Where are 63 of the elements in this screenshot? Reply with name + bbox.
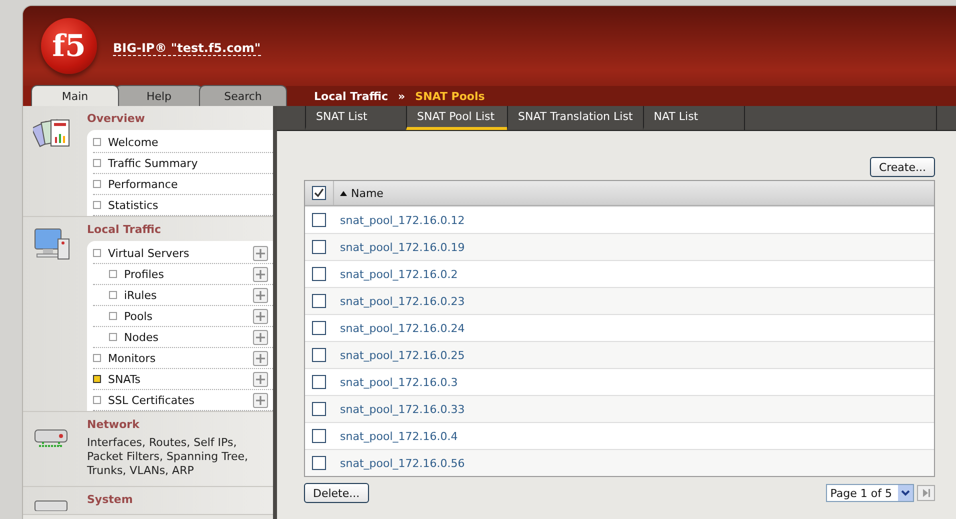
menu-item[interactable]: Statistics bbox=[93, 195, 273, 216]
section-title[interactable]: Local Traffic bbox=[87, 223, 273, 236]
nav-tab[interactable]: Search bbox=[199, 85, 287, 106]
device-name[interactable]: BIG-IP® "test.f5.com" bbox=[113, 40, 261, 56]
menu-item[interactable]: SNATs bbox=[93, 369, 273, 390]
select-all-checkbox[interactable] bbox=[312, 186, 326, 200]
menu-item[interactable]: Performance bbox=[93, 174, 273, 195]
menu-item[interactable]: Traffic Summary bbox=[93, 153, 273, 174]
add-button[interactable] bbox=[253, 288, 268, 302]
delete-button[interactable]: Delete... bbox=[304, 483, 369, 503]
next-page-icon bbox=[922, 489, 930, 497]
pool-link[interactable]: snat_pool_172.16.0.2 bbox=[333, 268, 458, 280]
sub-tab[interactable]: SNAT Translation List bbox=[507, 106, 643, 130]
breadcrumb-page: SNAT Pools bbox=[415, 90, 485, 102]
add-button[interactable] bbox=[253, 266, 268, 282]
menu-item[interactable]: iRules bbox=[93, 285, 273, 306]
breadcrumb-separator: » bbox=[398, 90, 406, 102]
section-description: Interfaces, Routes, Self IPs, Packet Filters, Spanning Tree, Trunks, VLANs, ARP bbox=[87, 436, 250, 479]
menu-item[interactable]: Pools bbox=[93, 306, 273, 327]
logo: f5 bbox=[41, 18, 97, 74]
add-button[interactable] bbox=[253, 330, 268, 344]
row-checkbox[interactable] bbox=[312, 375, 326, 389]
row-checkbox[interactable] bbox=[312, 213, 326, 227]
add-button[interactable] bbox=[253, 372, 268, 386]
section-title[interactable]: Overview bbox=[87, 112, 273, 125]
row-checkbox[interactable] bbox=[312, 321, 326, 335]
column-label: Name bbox=[351, 186, 384, 200]
pool-link[interactable]: snat_pool_172.16.0.12 bbox=[333, 214, 465, 226]
nav-tab[interactable]: Main bbox=[31, 85, 119, 106]
add-button[interactable] bbox=[253, 246, 268, 260]
section-title[interactable]: Network bbox=[87, 418, 273, 431]
nav-tab[interactable]: Help bbox=[115, 85, 203, 106]
pool-link[interactable]: snat_pool_172.16.0.23 bbox=[333, 294, 465, 308]
menu-item[interactable]: Monitors bbox=[93, 348, 273, 369]
breadcrumb-section[interactable]: Local Traffic bbox=[314, 90, 388, 102]
create-button[interactable]: Create... bbox=[870, 157, 935, 177]
pool-link[interactable]: snat_pool_172.16.0.4 bbox=[333, 430, 458, 442]
row-checkbox[interactable] bbox=[312, 240, 326, 254]
row-checkbox[interactable] bbox=[312, 267, 326, 281]
sub-tab[interactable]: NAT List bbox=[642, 106, 744, 130]
column-header[interactable]: Name bbox=[334, 181, 384, 205]
row-checkbox[interactable] bbox=[312, 402, 326, 416]
sub-tab[interactable]: SNAT Pool List bbox=[406, 106, 507, 130]
add-button[interactable] bbox=[253, 392, 268, 408]
pool-link[interactable]: snat_pool_172.16.0.56 bbox=[333, 456, 465, 470]
menu-item[interactable]: SSL Certificates bbox=[93, 390, 273, 411]
row-checkbox[interactable] bbox=[312, 429, 326, 443]
pool-link[interactable]: snat_pool_172.16.0.33 bbox=[333, 402, 465, 416]
pool-link[interactable]: snat_pool_172.16.0.24 bbox=[333, 322, 465, 334]
menu-item[interactable]: Nodes bbox=[93, 327, 273, 348]
row-checkbox[interactable] bbox=[312, 348, 326, 362]
menu-item[interactable]: Virtual Servers bbox=[93, 243, 273, 264]
menu-item[interactable]: Welcome bbox=[93, 132, 273, 153]
add-button[interactable] bbox=[253, 308, 268, 324]
page-select[interactable]: Page 1 of 5 bbox=[826, 484, 914, 502]
row-checkbox[interactable] bbox=[312, 456, 326, 470]
menu-item[interactable]: Profiles bbox=[93, 264, 273, 285]
pool-link[interactable]: snat_pool_172.16.0.3 bbox=[333, 376, 458, 388]
pool-link[interactable]: snat_pool_172.16.0.19 bbox=[333, 240, 465, 254]
dropdown-caret-icon[interactable] bbox=[898, 485, 913, 501]
pool-link[interactable]: snat_pool_172.16.0.25 bbox=[333, 348, 465, 362]
row-checkbox[interactable] bbox=[312, 294, 326, 308]
add-button[interactable] bbox=[253, 350, 268, 366]
